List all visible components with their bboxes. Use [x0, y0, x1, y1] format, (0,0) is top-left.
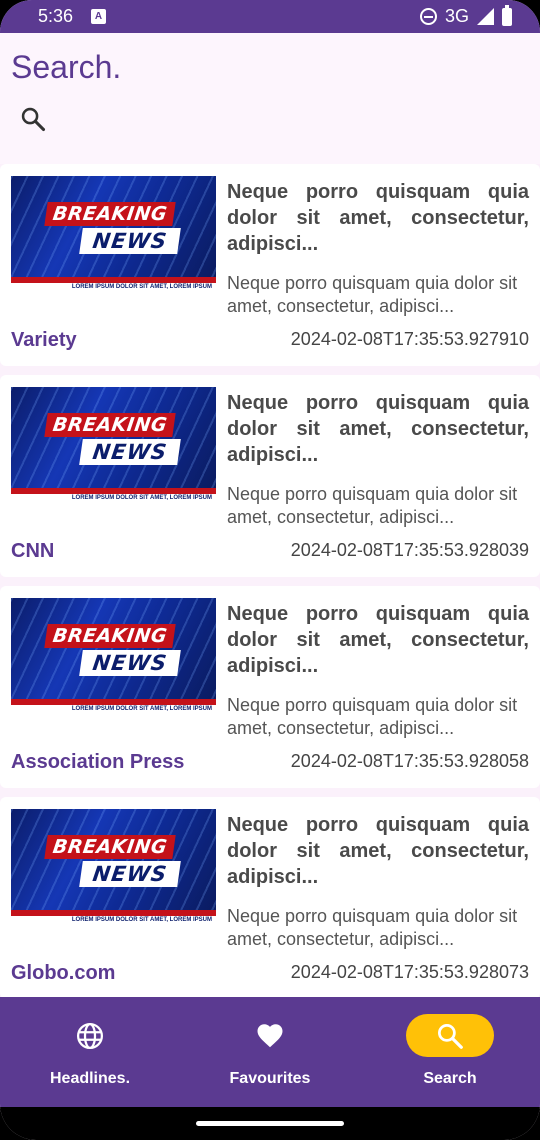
nav-item-favourites[interactable]: Favourites [180, 997, 360, 1107]
heart-icon [257, 1023, 283, 1047]
article-card[interactable]: BREAKING NEWS LOREM IPSUM DOLOR SIT AMET… [0, 164, 540, 366]
nav-item-search[interactable]: Search [360, 997, 540, 1107]
article-description: Neque porro quisquam quia dolor sit amet… [227, 484, 518, 527]
article-date: 2024-02-08T17:35:53.928039 [290, 540, 529, 560]
article-headline: Neque porro quisquam quia dolor sit amet… [227, 814, 529, 888]
a-box-icon: A [91, 9, 107, 24]
article-thumbnail: BREAKING NEWS LOREM IPSUM DOLOR SIT AMET… [11, 809, 216, 925]
article-source: Association Press [11, 751, 185, 773]
status-bar: 5:36 A 3G [0, 0, 540, 33]
network-type: 3G [444, 6, 469, 26]
battery-icon [502, 4, 512, 26]
nav-label: Search [423, 1070, 477, 1087]
thumbnail-news-text: NEWS [79, 228, 181, 254]
home-gesture-bar[interactable] [196, 1121, 344, 1126]
search-icon [21, 107, 46, 132]
search-button[interactable] [13, 99, 53, 139]
globe-icon [77, 1022, 103, 1049]
article-description: Neque porro quisquam quia dolor sit amet… [227, 273, 518, 316]
page-title: Search. [11, 49, 122, 85]
article-description: Neque porro quisquam quia dolor sit amet… [227, 906, 518, 949]
thumbnail-news-text: NEWS [79, 439, 181, 465]
do-not-disturb-icon [419, 8, 437, 25]
status-icons: 3G [419, 4, 512, 27]
nav-item-headlines[interactable]: Headlines. [0, 997, 180, 1107]
nav-label: Headlines. [49, 1070, 131, 1087]
thumbnail-ticker: LOREM IPSUM DOLOR SIT AMET, LOREM IPSUM [11, 916, 216, 925]
thumbnail-news-text: NEWS [79, 650, 181, 676]
app-header: Search. [0, 33, 540, 164]
nav-label: Favourites [229, 1070, 311, 1087]
article-thumbnail: BREAKING NEWS LOREM IPSUM DOLOR SIT AMET… [11, 598, 216, 714]
article-card[interactable]: BREAKING NEWS LOREM IPSUM DOLOR SIT AMET… [0, 797, 540, 997]
article-source: Variety [11, 329, 77, 351]
article-description: Neque porro quisquam quia dolor sit amet… [227, 695, 518, 738]
thumbnail-breaking-text: BREAKING [44, 202, 176, 226]
thumbnail-breaking-text: BREAKING [44, 413, 176, 437]
article-headline: Neque porro quisquam quia dolor sit amet… [227, 181, 529, 255]
article-thumbnail: BREAKING NEWS LOREM IPSUM DOLOR SIT AMET… [11, 176, 216, 292]
search-icon [438, 1023, 463, 1049]
phone-screen: 5:36 A 3G Search. BREAKING NEWS LOREM IP… [0, 0, 540, 1140]
article-headline: Neque porro quisquam quia dolor sit amet… [227, 603, 529, 677]
thumbnail-breaking-text: BREAKING [44, 624, 176, 648]
signal-icon [477, 8, 494, 25]
nav-pill [46, 1014, 134, 1057]
article-card[interactable]: BREAKING NEWS LOREM IPSUM DOLOR SIT AMET… [0, 586, 540, 788]
thumbnail-ticker: LOREM IPSUM DOLOR SIT AMET, LOREM IPSUM [11, 494, 216, 503]
thumbnail-ticker: LOREM IPSUM DOLOR SIT AMET, LOREM IPSUM [11, 705, 216, 714]
thumbnail-ticker: LOREM IPSUM DOLOR SIT AMET, LOREM IPSUM [11, 283, 216, 292]
gesture-area [0, 1107, 540, 1140]
thumbnail-breaking-text: BREAKING [44, 835, 176, 859]
article-thumbnail: BREAKING NEWS LOREM IPSUM DOLOR SIT AMET… [11, 387, 216, 503]
article-date: 2024-02-08T17:35:53.928058 [290, 751, 529, 771]
article-date: 2024-02-08T17:35:53.928073 [290, 962, 529, 982]
article-card[interactable]: BREAKING NEWS LOREM IPSUM DOLOR SIT AMET… [0, 375, 540, 577]
nav-pill [226, 1014, 314, 1057]
article-date: 2024-02-08T17:35:53.927910 [290, 329, 529, 349]
article-list[interactable]: BREAKING NEWS LOREM IPSUM DOLOR SIT AMET… [0, 164, 540, 997]
bottom-navigation: Headlines. Favourites Search [0, 997, 540, 1107]
thumbnail-news-text: NEWS [79, 861, 181, 887]
article-headline: Neque porro quisquam quia dolor sit amet… [227, 392, 529, 466]
article-source: Globo.com [11, 962, 116, 984]
status-time: 5:36 [38, 6, 74, 26]
nav-pill-active [406, 1014, 494, 1057]
article-source: CNN [11, 540, 55, 562]
